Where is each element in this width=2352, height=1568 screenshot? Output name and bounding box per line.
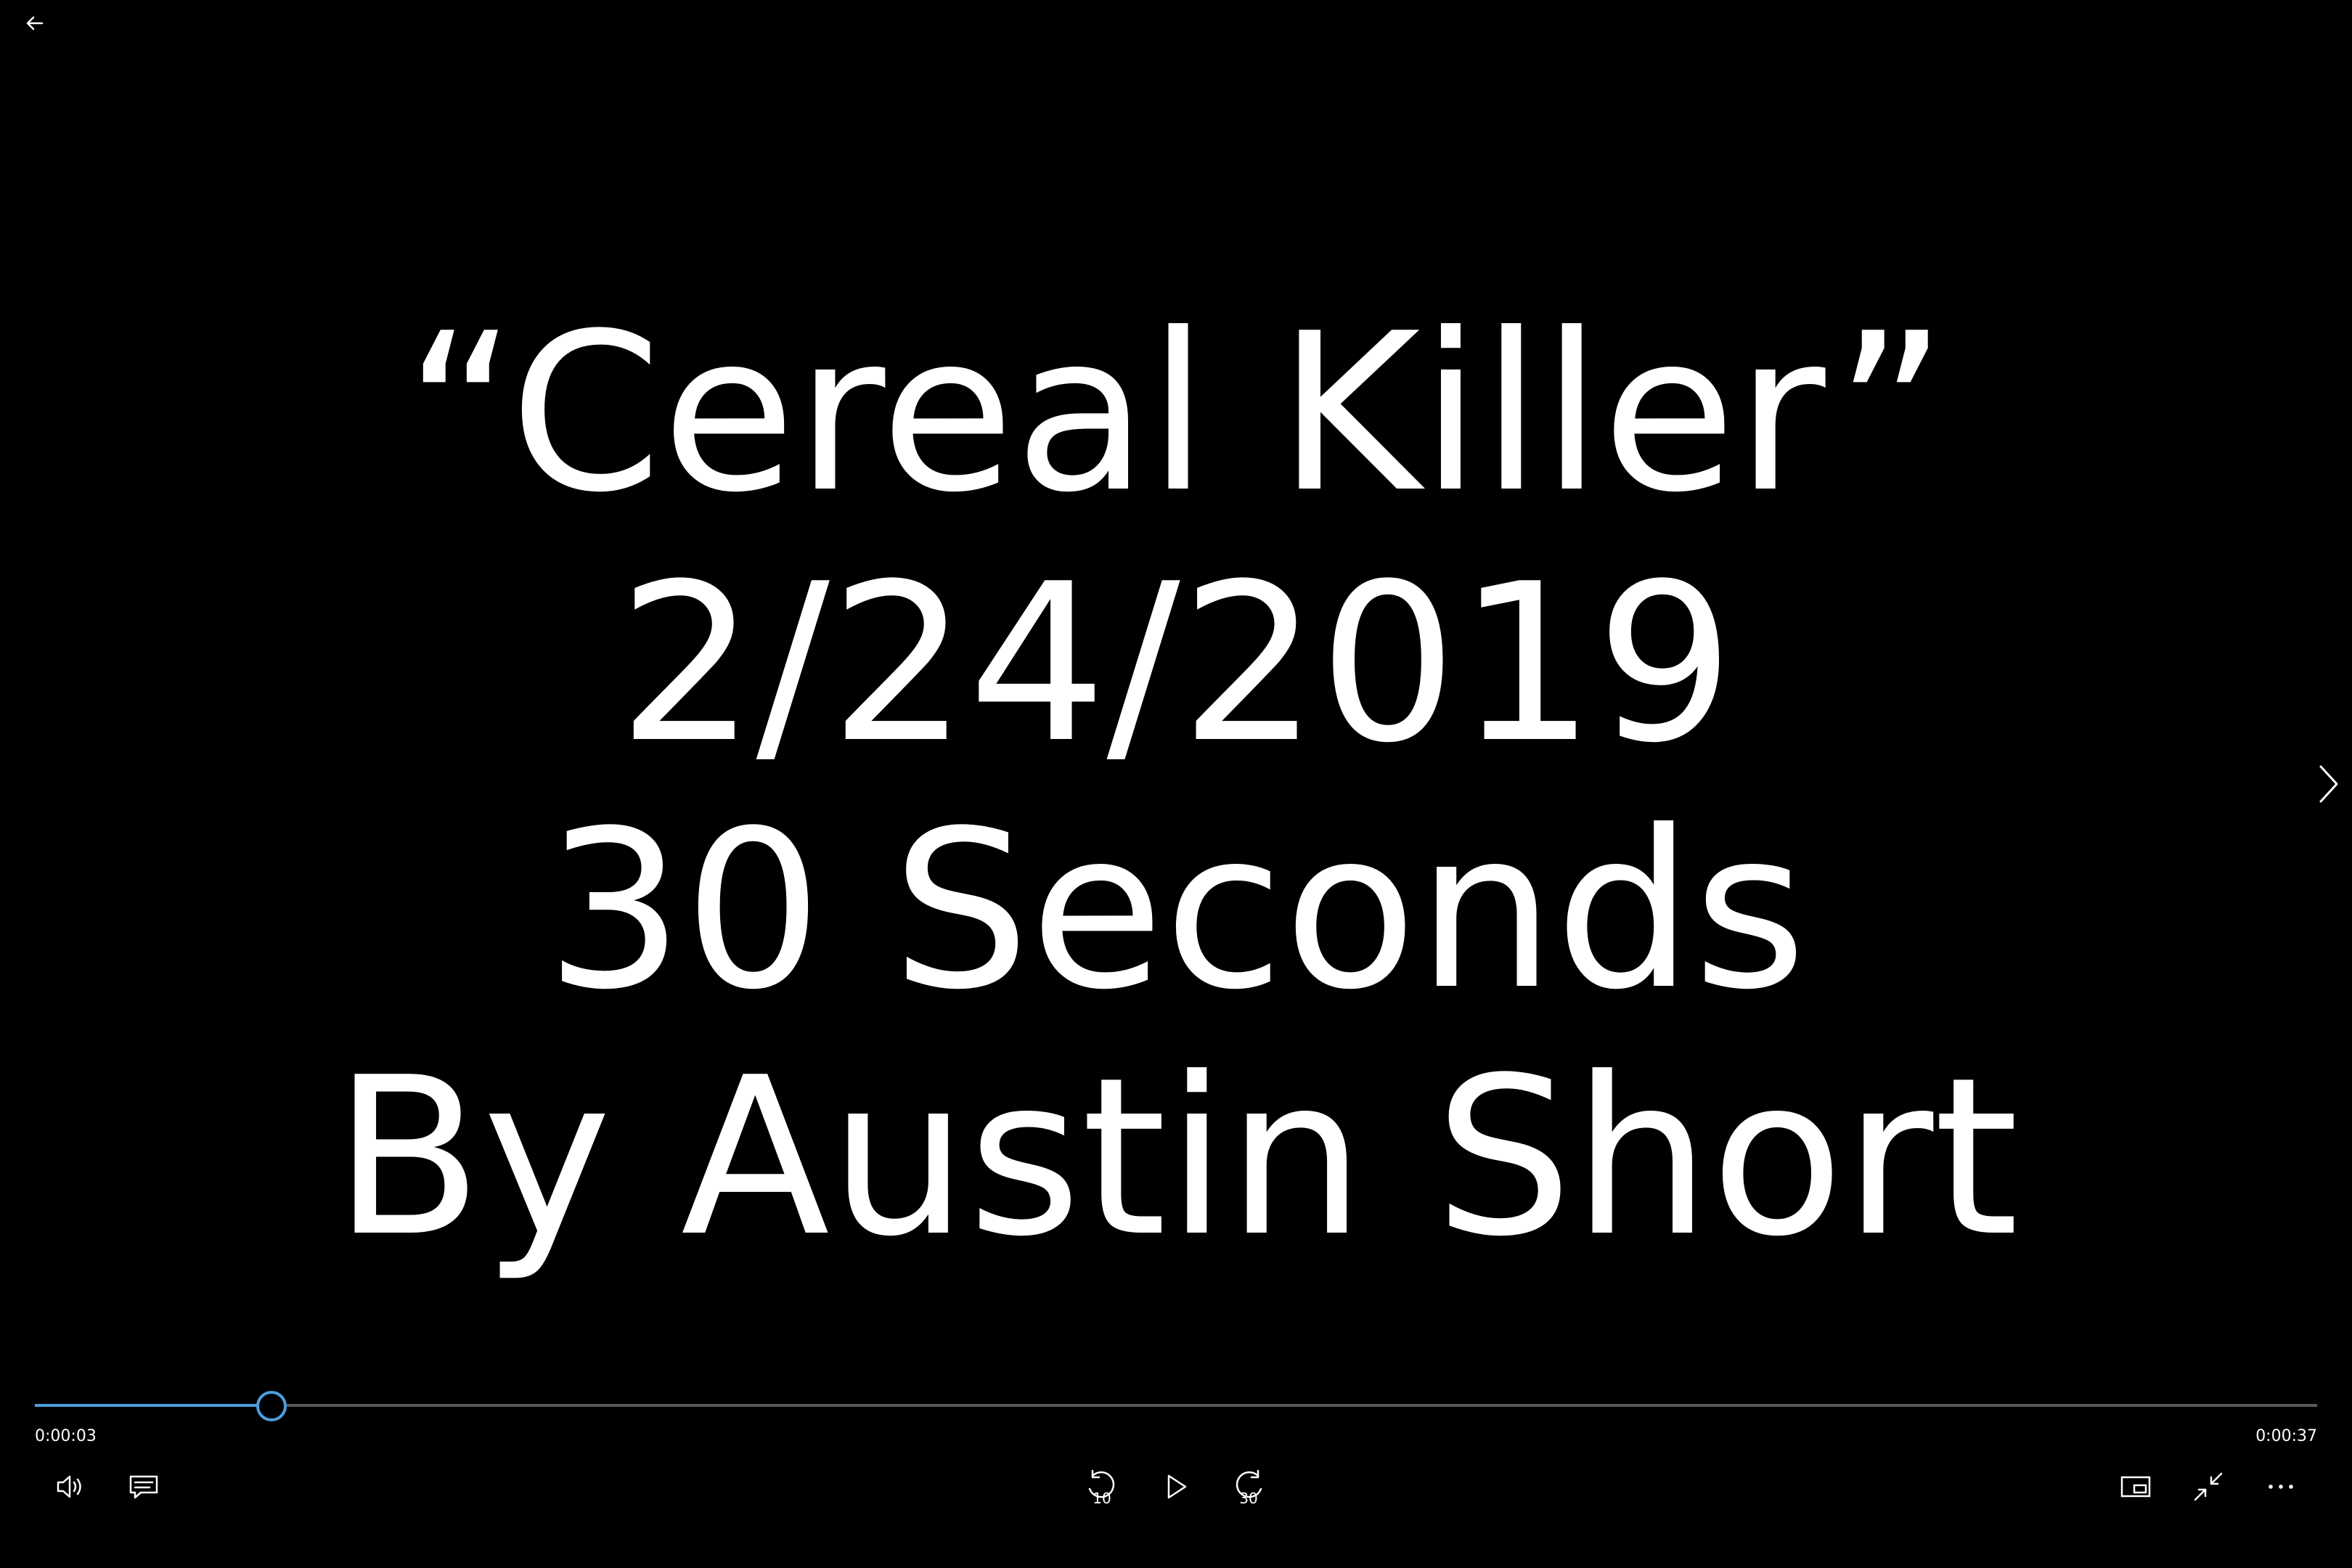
total-time: 0:00:37 bbox=[2255, 1427, 2317, 1445]
skip-back-label: 10 bbox=[1093, 1490, 1111, 1507]
play-icon bbox=[1167, 1474, 1187, 1499]
seek-bar[interactable] bbox=[35, 1391, 2317, 1421]
mini-view-icon bbox=[2120, 1476, 2151, 1498]
captions-icon bbox=[129, 1475, 158, 1499]
exit-fullscreen-button[interactable] bbox=[2182, 1461, 2234, 1513]
seek-bar-progress bbox=[35, 1404, 269, 1407]
video-frame[interactable]: “Cereal Killer” 2/24/2019 30 Seconds By … bbox=[0, 0, 2352, 1365]
exit-fullscreen-icon bbox=[2194, 1472, 2223, 1501]
volume-icon bbox=[57, 1475, 81, 1498]
mini-view-button[interactable] bbox=[2110, 1461, 2162, 1513]
volume-button[interactable] bbox=[44, 1461, 96, 1513]
more-options-button[interactable] bbox=[2255, 1461, 2307, 1513]
seek-bar-thumb[interactable] bbox=[256, 1391, 287, 1421]
skip-forward-button[interactable]: 30 bbox=[1222, 1461, 1275, 1513]
next-video-button[interactable] bbox=[2308, 755, 2349, 813]
skip-forward-label: 30 bbox=[1239, 1490, 1258, 1507]
video-date-line: 2/24/2019 bbox=[617, 537, 1735, 791]
video-duration-line: 30 Seconds bbox=[545, 784, 1807, 1037]
chevron-right-icon bbox=[2319, 765, 2338, 803]
video-author-line: By Austin Short bbox=[333, 1031, 2019, 1284]
current-time: 0:00:03 bbox=[35, 1427, 97, 1445]
skip-back-button[interactable]: 10 bbox=[1076, 1461, 1128, 1513]
more-options-icon bbox=[2269, 1485, 2293, 1489]
video-title-line: “Cereal Killer” bbox=[404, 287, 1948, 540]
video-player: “Cereal Killer” 2/24/2019 30 Seconds By … bbox=[0, 0, 2352, 1568]
play-button[interactable] bbox=[1150, 1461, 1202, 1513]
captions-button[interactable] bbox=[118, 1461, 170, 1513]
